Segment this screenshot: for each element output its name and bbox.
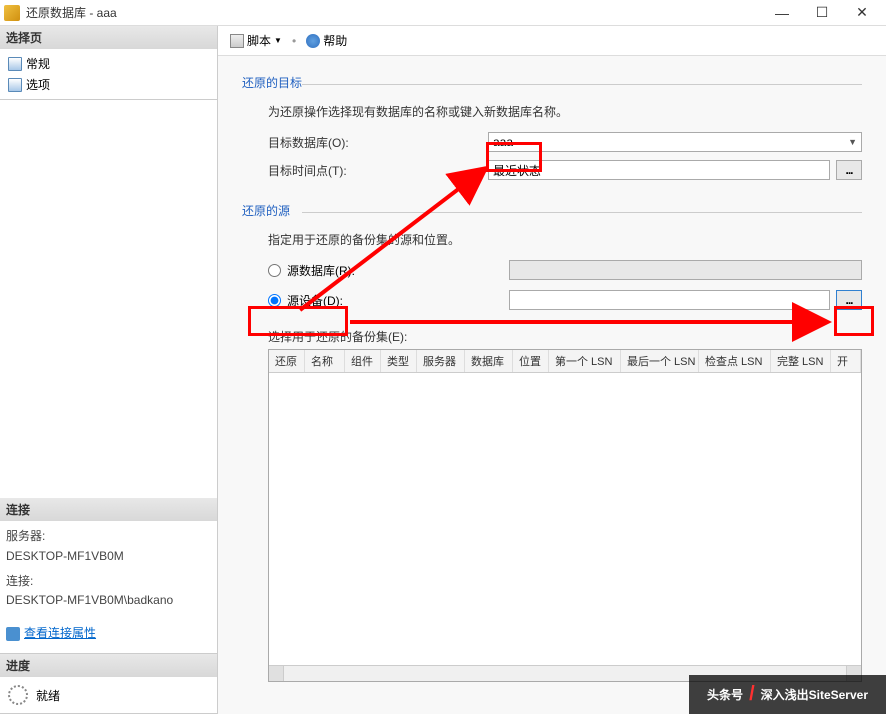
source-legend: 还原的源 [242,202,862,221]
col-checkpoint-lsn: 检查点 LSN [699,350,771,372]
progress-status: 就绪 [36,687,60,704]
source-db-combo [509,260,862,280]
col-start: 开 [831,350,861,372]
target-time-label: 目标时间点(T): [268,162,488,179]
properties-icon [6,627,20,641]
target-legend: 还原的目标 [242,74,862,93]
page-icon [8,57,22,71]
close-button[interactable]: ✕ [842,0,882,26]
window-titlebar: 还原数据库 - aaa — ☐ ✕ [0,0,886,26]
minimize-button[interactable]: — [762,0,802,26]
script-icon [230,34,244,48]
separator: • [292,34,296,48]
progress-header: 进度 [0,654,217,677]
page-icon [8,78,22,92]
watermark-separator: / [749,683,755,706]
device-browse-button[interactable]: ... [836,290,862,310]
combo-value: aaa [493,135,513,149]
toolbar: 脚本 ▼ • 帮助 [218,26,886,56]
grid-header: 还原 名称 组件 类型 服务器 数据库 位置 第一个 LSN 最后一个 LSN … [269,350,861,373]
source-desc: 指定用于还原的备份集的源和位置。 [268,231,862,248]
connection-header: 连接 [0,498,217,521]
script-button[interactable]: 脚本 ▼ [226,30,286,51]
sidebar: 选择页 常规 选项 连接 服务器: DESKTOP-MF1VB0M 连接: [0,26,218,714]
sidebar-item-options[interactable]: 选项 [4,74,213,95]
restore-target-section: 还原的目标 为还原操作选择现有数据库的名称或键入新数据库名称。 目标数据库(O)… [242,74,862,188]
col-full-lsn: 完整 LSN [771,350,831,372]
col-first-lsn: 第一个 LSN [549,350,621,372]
chevron-down-icon: ▼ [848,137,857,147]
backup-sets-label: 选择用于还原的备份集(E): [268,328,862,345]
col-component: 组件 [345,350,381,372]
chevron-down-icon: ▼ [274,36,282,45]
maximize-button[interactable]: ☐ [802,0,842,26]
col-name: 名称 [305,350,345,372]
source-database-radio[interactable] [268,264,281,277]
server-value: DESKTOP-MF1VB0M [6,547,211,566]
col-last-lsn: 最后一个 LSN [621,350,699,372]
tool-label: 脚本 [247,32,271,49]
col-server: 服务器 [417,350,465,372]
watermark-text: 深入浅出SiteServer [761,686,868,703]
sidebar-item-label: 选项 [26,76,50,93]
server-label: 服务器: [6,527,211,546]
source-db-label: 源数据库(R): [287,262,503,279]
window-title: 还原数据库 - aaa [26,4,762,21]
conn-label: 连接: [6,572,211,591]
col-type: 类型 [381,350,417,372]
spinner-icon [8,685,28,705]
help-icon [306,34,320,48]
select-page-header: 选择页 [0,26,217,49]
target-time-input[interactable]: 最近状态 [488,160,830,180]
backup-sets-grid[interactable]: 还原 名称 组件 类型 服务器 数据库 位置 第一个 LSN 最后一个 LSN … [268,349,862,682]
sidebar-item-label: 常规 [26,55,50,72]
view-connection-properties-link[interactable]: 查看连接属性 [6,624,96,643]
col-restore: 还原 [269,350,305,372]
source-device-label: 源设备(D): [287,292,503,309]
target-desc: 为还原操作选择现有数据库的名称或键入新数据库名称。 [268,103,862,120]
source-device-radio[interactable] [268,294,281,307]
tool-label: 帮助 [323,32,347,49]
app-icon [4,5,20,21]
col-database: 数据库 [465,350,513,372]
sidebar-item-general[interactable]: 常规 [4,53,213,74]
watermark-prefix: 头条号 [707,686,743,703]
restore-source-section: 还原的源 指定用于还原的备份集的源和位置。 源数据库(R): 源设备(D): [242,202,862,682]
col-position: 位置 [513,350,549,372]
link-label: 查看连接属性 [24,624,96,643]
conn-value: DESKTOP-MF1VB0M\badkano [6,591,211,610]
grid-body [269,373,861,665]
help-button[interactable]: 帮助 [302,30,351,51]
source-device-input[interactable] [509,290,830,310]
target-db-label: 目标数据库(O): [268,134,488,151]
target-db-combo[interactable]: aaa ▼ [488,132,862,152]
time-browse-button[interactable]: ... [836,160,862,180]
watermark: 头条号 / 深入浅出SiteServer [689,675,886,714]
content-area: 脚本 ▼ • 帮助 还原的目标 为还原操作选择现有数据库的名称或键入新数据库名称… [218,26,886,714]
